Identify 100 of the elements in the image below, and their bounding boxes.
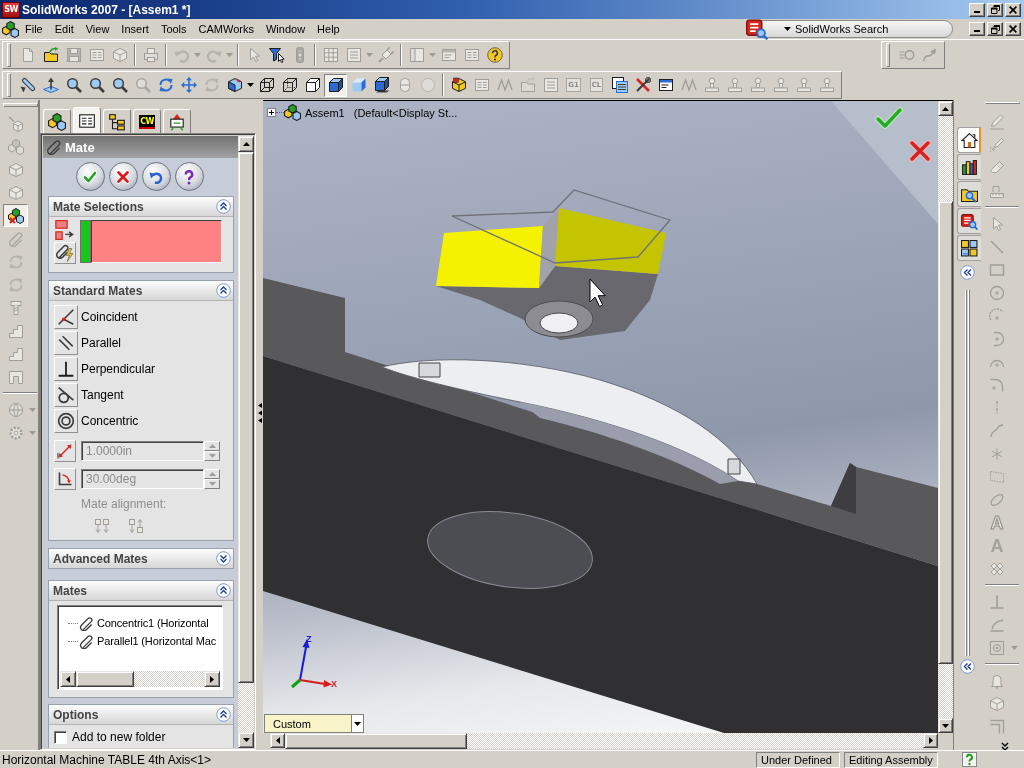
- angle-icon[interactable]: [54, 468, 76, 490]
- magnifier-icon[interactable]: [88, 77, 105, 93]
- help-button[interactable]: [174, 162, 204, 191]
- expand-icon[interactable]: [267, 108, 276, 117]
- folder-icon[interactable]: [42, 47, 59, 63]
- checkbox-label[interactable]: Add to new folder: [72, 730, 166, 744]
- double-chevron-icon[interactable]: [960, 265, 975, 280]
- tree-node-label[interactable]: Assem1: [305, 106, 345, 119]
- mate-type-button[interactable]: [54, 383, 78, 407]
- scroll-left-button[interactable]: [60, 671, 76, 687]
- close-icon[interactable]: [908, 139, 932, 163]
- cubes-icon[interactable]: [2, 20, 19, 38]
- list-item[interactable]: Parallel1 (Horizontal Mac: [97, 635, 217, 647]
- dashed-cube-icon[interactable]: [281, 77, 298, 93]
- mate-type-label[interactable]: Perpendicular: [81, 362, 156, 376]
- panel-tab[interactable]: [43, 109, 71, 133]
- menu-item[interactable]: Help: [311, 22, 346, 36]
- chevrons-up-icon[interactable]: [216, 199, 231, 214]
- double-chevron-icon[interactable]: [960, 659, 975, 674]
- group-header[interactable]: Mate Selections: [49, 197, 233, 217]
- group-header[interactable]: Advanced Mates: [49, 549, 233, 568]
- spin-down-button[interactable]: [204, 479, 220, 489]
- scroll-right-button[interactable]: [204, 671, 220, 687]
- ok-button[interactable]: [75, 162, 105, 191]
- toolbar-grip[interactable]: [7, 43, 11, 67]
- panel-tab[interactable]: [163, 109, 191, 133]
- toolbar-grip[interactable]: [7, 73, 11, 97]
- splitter-handle[interactable]: [257, 403, 262, 423]
- check-icon[interactable]: [875, 106, 903, 130]
- group-header[interactable]: Mates: [49, 581, 233, 601]
- magnifier-icon[interactable]: [111, 77, 128, 93]
- scroll-up-button[interactable]: [938, 101, 953, 116]
- caret-icon[interactable]: [784, 27, 791, 31]
- toolbar-grip[interactable]: [886, 43, 890, 67]
- help-icon[interactable]: [961, 752, 977, 767]
- search-field[interactable]: SolidWorks Search: [757, 20, 953, 38]
- scroll-left-button[interactable]: [270, 733, 285, 748]
- scroll-down-button[interactable]: [938, 718, 953, 733]
- paperclip-bolt-icon[interactable]: [54, 242, 76, 264]
- caret-icon[interactable]: [247, 83, 254, 87]
- menu-item[interactable]: CAMWorks: [192, 22, 260, 36]
- task-pane-tab[interactable]: [957, 235, 981, 261]
- menu-item[interactable]: Window: [260, 22, 312, 36]
- close-button[interactable]: [1005, 22, 1021, 36]
- task-pane-tab[interactable]: [957, 181, 981, 207]
- rotate-icon[interactable]: [157, 77, 174, 93]
- panel-tab[interactable]: [73, 107, 101, 133]
- mate-type-button[interactable]: [54, 305, 78, 329]
- spin-up-button[interactable]: [204, 441, 220, 451]
- scroll-right-button[interactable]: [923, 733, 938, 748]
- scroll-up-button[interactable]: [238, 136, 254, 152]
- scrollbar-thumb[interactable]: [938, 201, 953, 664]
- outline-cube-icon[interactable]: [304, 77, 321, 93]
- mate-type-button[interactable]: [54, 409, 78, 433]
- menu-item[interactable]: File: [19, 22, 49, 36]
- spin-down-button[interactable]: [204, 451, 220, 461]
- scrollbar-thumb[interactable]: [285, 733, 467, 749]
- chevrons-up-icon[interactable]: [216, 707, 231, 722]
- list-item[interactable]: Concentric1 (Horizontal: [97, 617, 209, 629]
- shadow-cube-icon[interactable]: [373, 77, 390, 93]
- help-icon[interactable]: [486, 47, 503, 63]
- spin-up-button[interactable]: [204, 469, 220, 479]
- window-icon[interactable]: [657, 77, 674, 93]
- undo-button[interactable]: [141, 162, 171, 191]
- toolbar-grip[interactable]: [3, 103, 38, 107]
- minimize-button[interactable]: [969, 2, 985, 17]
- plane-arrow-icon[interactable]: [42, 77, 59, 93]
- minimize-button[interactable]: [969, 22, 985, 36]
- checkbox[interactable]: [54, 730, 67, 744]
- app-logo[interactable]: SW: [2, 1, 20, 18]
- mate-type-label[interactable]: Coincident: [81, 310, 138, 324]
- selection-list[interactable]: [91, 220, 222, 263]
- chevrons-up-icon[interactable]: [216, 583, 231, 598]
- close-button[interactable]: [1005, 2, 1021, 17]
- task-pane-tab[interactable]: [957, 154, 981, 180]
- magnifier-icon[interactable]: [65, 77, 82, 93]
- menu-item[interactable]: View: [79, 22, 116, 36]
- move-icon[interactable]: [180, 77, 197, 93]
- task-pane-tab[interactable]: [957, 208, 981, 234]
- restore-button[interactable]: [987, 22, 1003, 36]
- mate-type-label[interactable]: Parallel: [81, 336, 122, 350]
- scroll-down-button[interactable]: [238, 732, 254, 748]
- cubes-icon[interactable]: [284, 104, 301, 121]
- cancel-button[interactable]: [108, 162, 138, 191]
- restore-button[interactable]: [987, 2, 1003, 17]
- group-header[interactable]: Standard Mates: [49, 281, 233, 301]
- tube-icon[interactable]: [19, 77, 36, 93]
- menu-item[interactable]: Edit: [48, 22, 80, 36]
- mate-type-button[interactable]: [54, 331, 78, 355]
- chevrons-down-icon[interactable]: [216, 551, 231, 566]
- funnel-icon[interactable]: [268, 47, 285, 63]
- mate-type-label[interactable]: Tangent: [81, 388, 124, 402]
- mate-type-label[interactable]: Concentric: [81, 414, 139, 428]
- group-header[interactable]: Options: [49, 705, 233, 725]
- swap-icon[interactable]: [54, 220, 74, 240]
- view-cube-icon[interactable]: [226, 77, 243, 93]
- chevrons-up-icon[interactable]: [216, 283, 231, 298]
- table-icon[interactable]: [611, 77, 628, 93]
- panel-tab[interactable]: CW: [133, 109, 161, 133]
- scrollbar-thumb[interactable]: [76, 671, 134, 687]
